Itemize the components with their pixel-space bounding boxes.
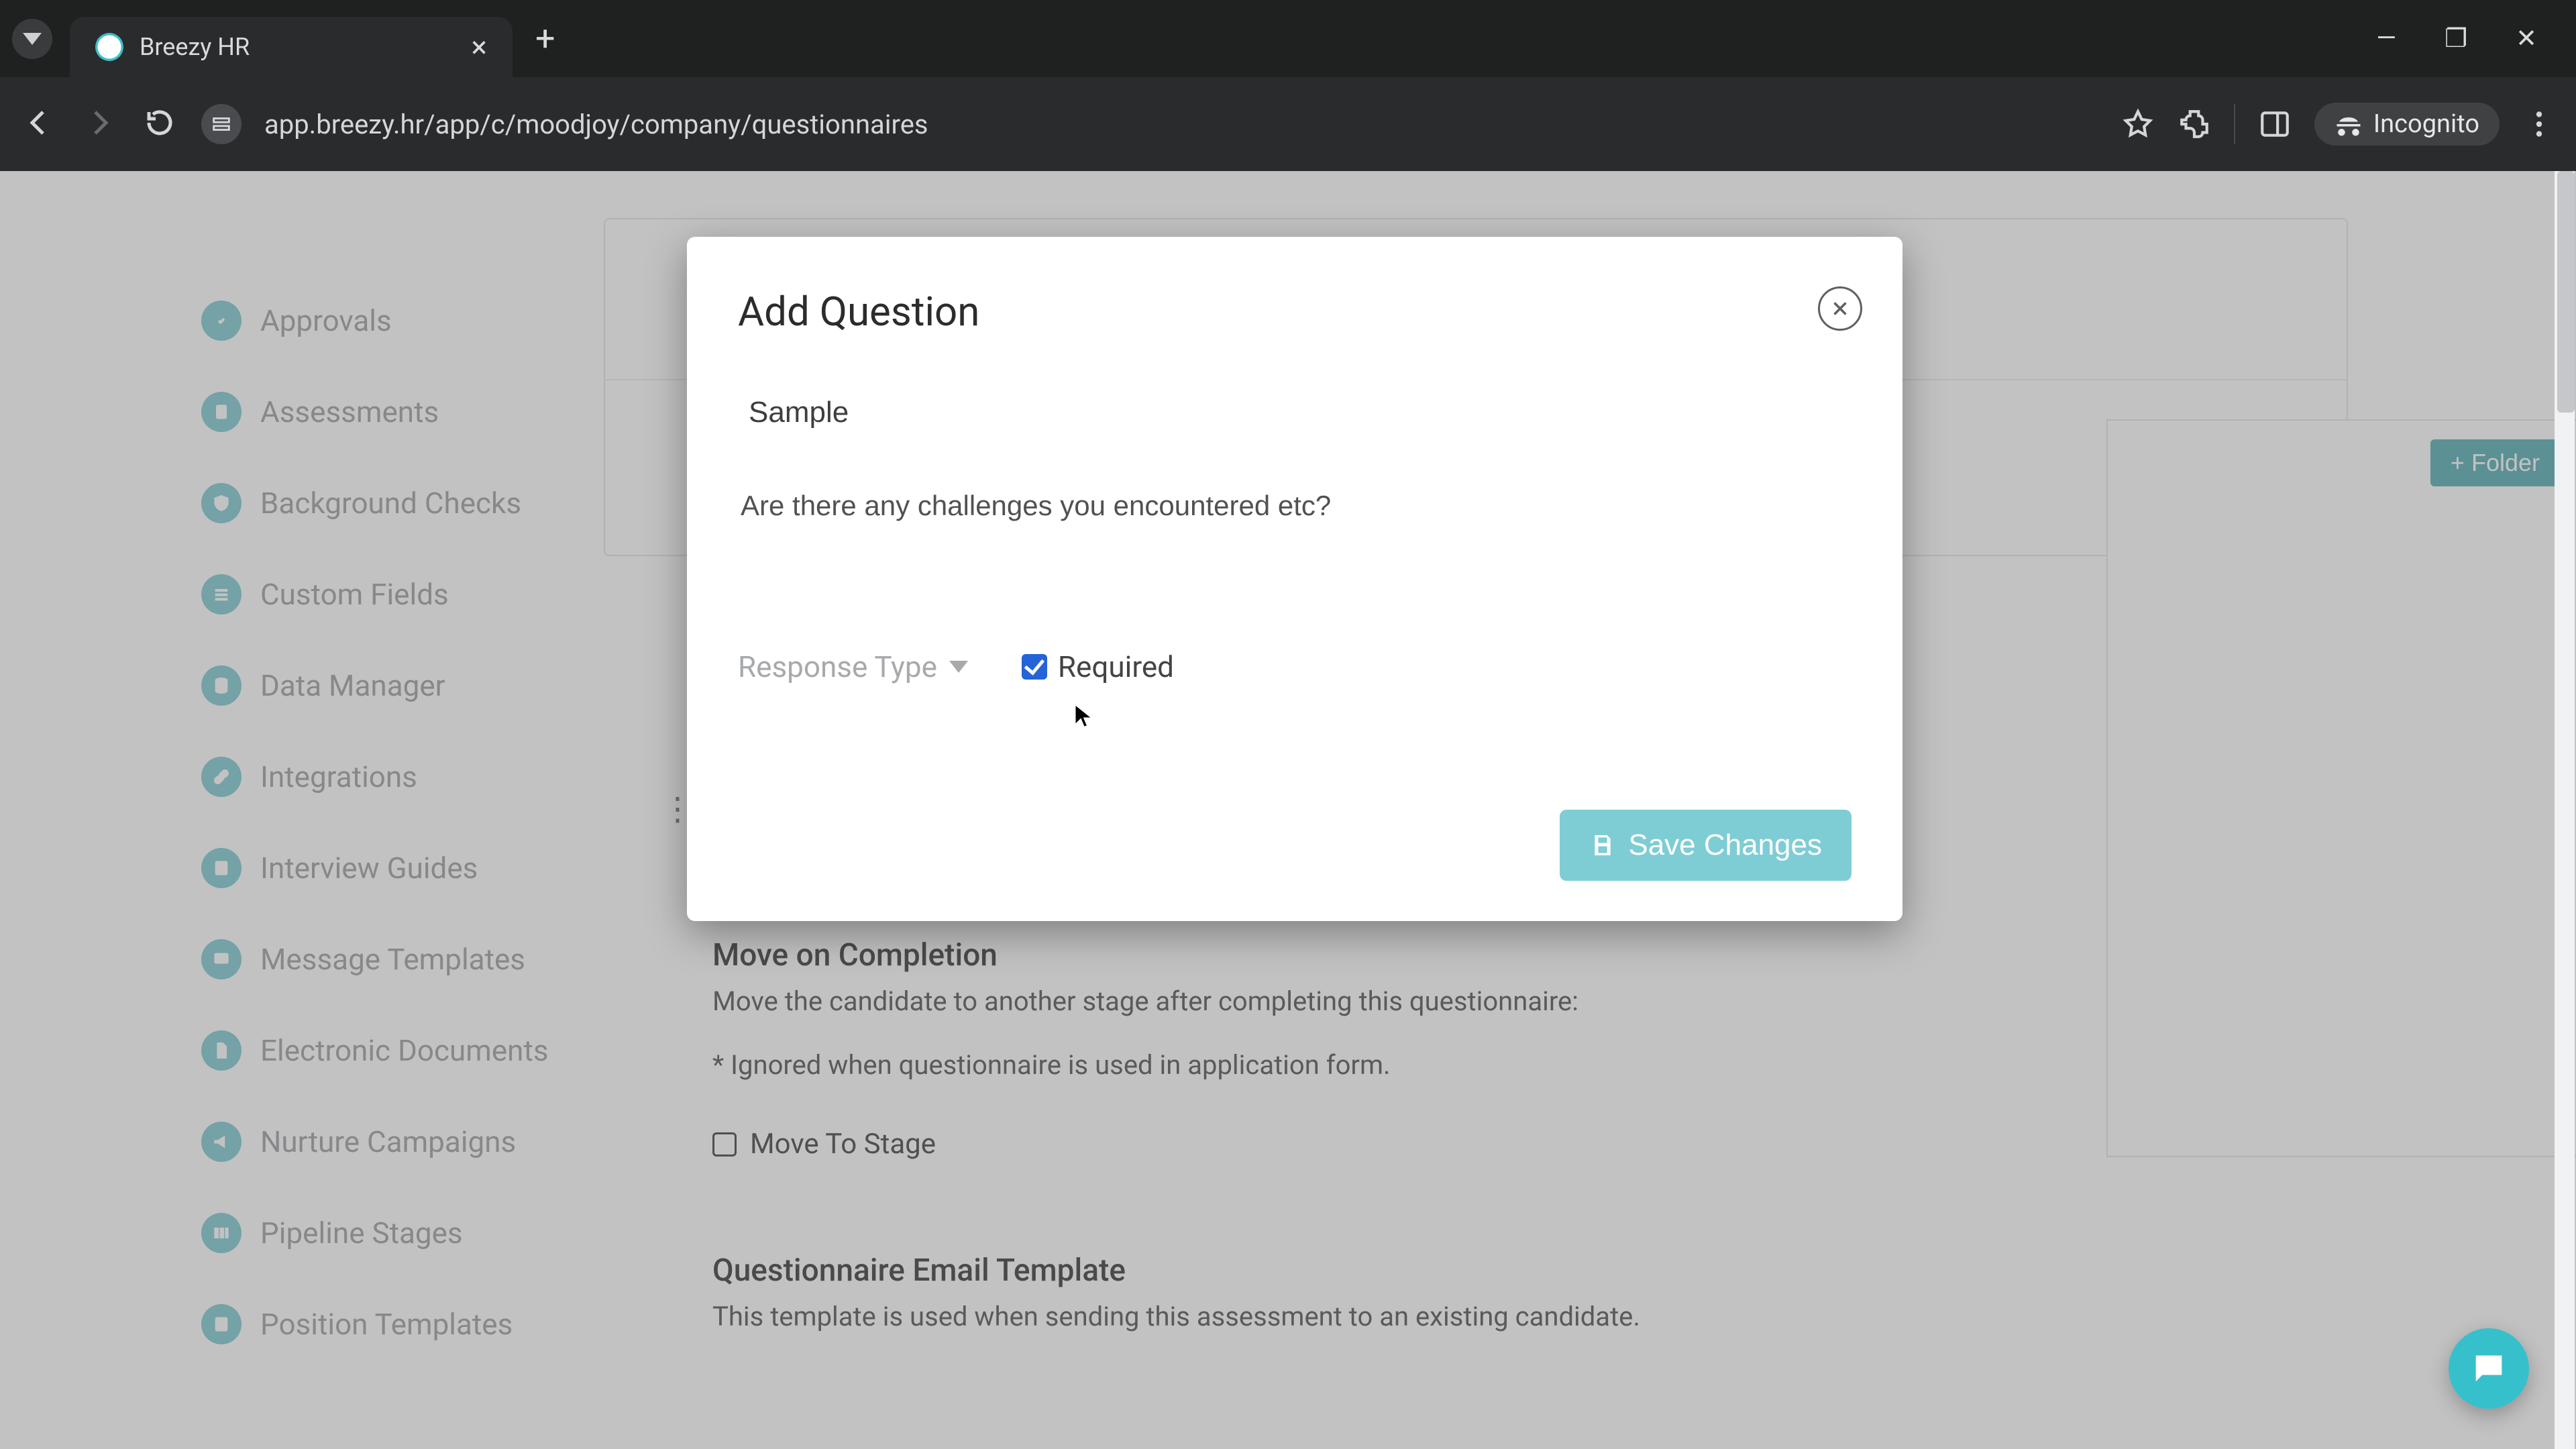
incognito-icon	[2334, 110, 2363, 138]
save-button-label: Save Changes	[1628, 828, 1822, 862]
response-type-label: Response Type	[738, 649, 937, 684]
site-info-chip[interactable]	[201, 104, 241, 144]
tab-close[interactable]: ×	[464, 30, 495, 64]
chat-widget-button[interactable]	[2449, 1328, 2529, 1409]
scrollbar-thumb[interactable]	[2557, 171, 2575, 413]
chevron-down-icon	[23, 33, 42, 45]
close-icon	[1829, 297, 1851, 320]
reload-button[interactable]	[141, 107, 178, 142]
close-modal-button[interactable]	[1818, 286, 1862, 331]
browser-tab[interactable]: Breezy HR ×	[70, 17, 513, 77]
close-window-button[interactable]: ✕	[2516, 23, 2537, 54]
new-tab-button[interactable]: +	[535, 18, 555, 59]
modal-title: Add Question	[738, 288, 1851, 335]
separator	[2234, 104, 2235, 144]
chevron-down-icon	[949, 661, 968, 673]
tab-bar: Breezy HR × + — ❐ ✕	[0, 0, 2576, 77]
maximize-button[interactable]: ❐	[2445, 23, 2467, 54]
incognito-chip[interactable]: Incognito	[2314, 103, 2500, 146]
required-checkbox[interactable]: Required	[1022, 649, 1174, 684]
checkbox-checked-icon	[1022, 654, 1047, 680]
tabs-dropdown[interactable]	[12, 19, 52, 59]
tab-title: Breezy HR	[140, 33, 447, 61]
window-controls: — ❐ ✕	[2376, 23, 2564, 54]
forward-button[interactable]	[80, 107, 118, 142]
address-bar: app.breezy.hr/app/c/moodjoy/company/ques…	[0, 77, 2576, 171]
bookmark-star-icon[interactable]	[2121, 107, 2155, 141]
side-panel-icon[interactable]	[2258, 107, 2292, 141]
question-options-row: Response Type Required	[738, 649, 1851, 684]
extensions-icon[interactable]	[2178, 107, 2211, 141]
incognito-label: Incognito	[2373, 109, 2479, 139]
back-button[interactable]	[20, 107, 58, 142]
url-text[interactable]: app.breezy.hr/app/c/moodjoy/company/ques…	[264, 109, 2098, 140]
browser-chrome: Breezy HR × + — ❐ ✕ app.breezy.hr/app/c/…	[0, 0, 2576, 171]
save-icon	[1589, 832, 1616, 859]
favicon-icon	[95, 33, 123, 61]
viewport: Approvals Assessments Background Checks …	[0, 171, 2576, 1449]
add-question-modal: Add Question Response Type Required Save…	[687, 237, 1902, 921]
question-title-input[interactable]	[738, 389, 1851, 436]
question-text-input[interactable]	[738, 483, 1851, 529]
minimize-button[interactable]: —	[2376, 23, 2396, 54]
chat-icon	[2469, 1349, 2508, 1388]
response-type-dropdown[interactable]: Response Type	[738, 649, 968, 684]
kebab-menu-icon[interactable]	[2522, 107, 2556, 141]
required-label: Required	[1058, 649, 1174, 684]
save-changes-button[interactable]: Save Changes	[1560, 810, 1851, 881]
cursor-icon	[1071, 702, 1097, 732]
